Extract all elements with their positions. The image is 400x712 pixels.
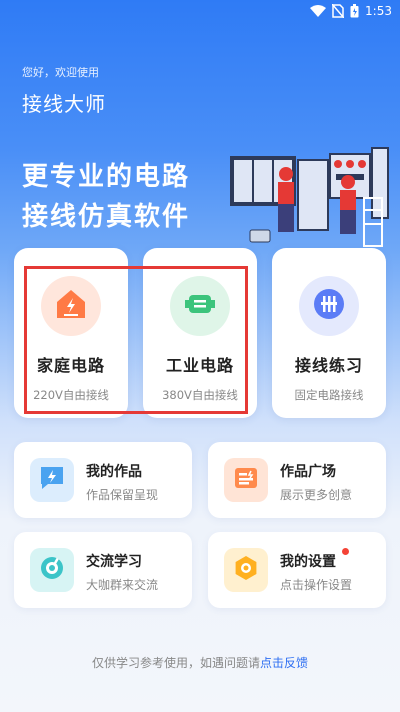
clock-text: 1:53 bbox=[365, 4, 392, 18]
icon-bg bbox=[30, 458, 74, 502]
icon-bg bbox=[224, 458, 268, 502]
wifi-icon bbox=[310, 5, 327, 17]
battery-icon bbox=[350, 4, 359, 18]
card-title: 交流学习 bbox=[86, 554, 142, 570]
card-title: 我的设置 bbox=[280, 554, 336, 570]
footer-note: 仅供学习参考使用，如遇问题请点击反馈 bbox=[0, 654, 400, 671]
icon-bg bbox=[224, 548, 268, 592]
highlight-annotation-box bbox=[24, 266, 248, 414]
card-my-works[interactable]: 我的作品 作品保留呈现 bbox=[14, 442, 192, 518]
gallery-icon bbox=[232, 464, 260, 496]
card-subtitle: 固定电路接线 bbox=[294, 388, 364, 402]
status-icons: 1:53 bbox=[310, 4, 392, 18]
hero-headline-line2: 接线仿真软件 bbox=[22, 202, 191, 232]
card-title: 我的作品 bbox=[86, 464, 142, 480]
card-title: 作品广场 bbox=[280, 464, 336, 480]
footer-text: 仅供学习参考使用，如遇问题请 bbox=[91, 656, 260, 670]
hero-headline-line1: 更专业的电路 bbox=[22, 162, 191, 192]
notification-dot bbox=[342, 548, 349, 555]
hero-illustration bbox=[226, 138, 390, 250]
card-my-settings[interactable]: 我的设置 点击操作设置 bbox=[208, 532, 386, 608]
card-wiring-practice[interactable]: 接线练习 固定电路接线 bbox=[272, 248, 386, 418]
card-subtitle: 大咖群来交流 bbox=[86, 578, 159, 592]
no-sim-icon bbox=[332, 4, 345, 18]
card-subtitle: 点击操作设置 bbox=[280, 578, 353, 592]
card-title: 接线练习 bbox=[294, 356, 363, 375]
card-works-plaza[interactable]: 作品广场 展示更多创意 bbox=[208, 442, 386, 518]
terminal-block-icon bbox=[312, 287, 346, 325]
app-title: 接线大师 bbox=[22, 92, 106, 116]
icon-bg bbox=[299, 276, 359, 336]
card-subtitle: 作品保留呈现 bbox=[86, 488, 159, 502]
card-exchange-learning[interactable]: 交流学习 大咖群来交流 bbox=[14, 532, 192, 608]
compass-icon bbox=[38, 554, 66, 586]
feedback-link[interactable]: 点击反馈 bbox=[260, 656, 308, 670]
icon-bg bbox=[30, 548, 74, 592]
chat-lightning-icon bbox=[38, 464, 66, 496]
greeting-text: 您好，欢迎使用 bbox=[22, 66, 99, 79]
settings-nut-icon bbox=[232, 554, 260, 586]
card-subtitle: 展示更多创意 bbox=[280, 488, 353, 502]
status-bar: 1:53 bbox=[0, 0, 400, 24]
